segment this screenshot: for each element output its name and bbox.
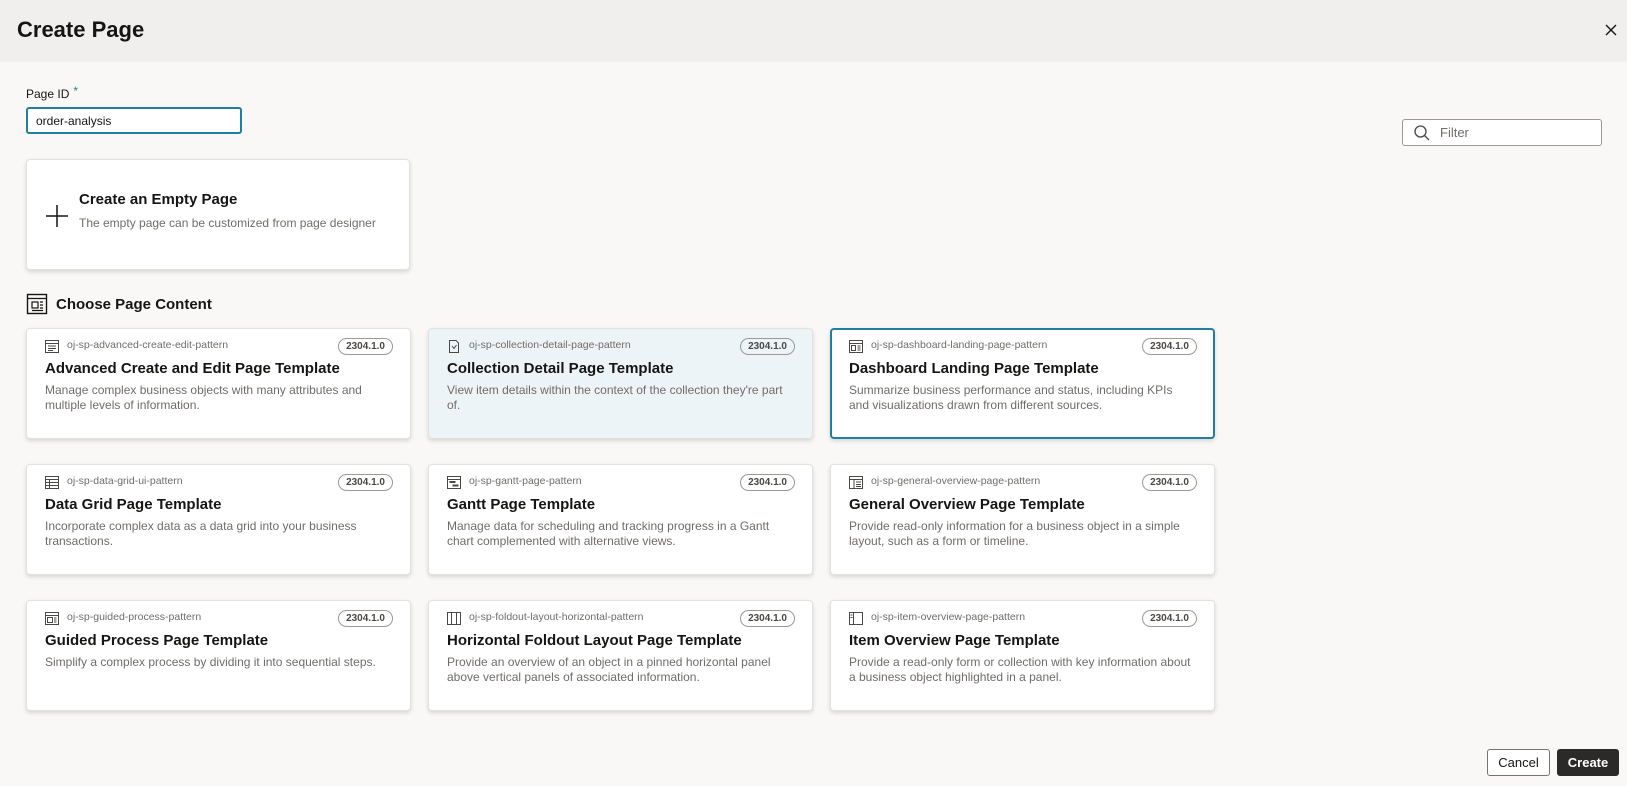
template-card[interactable]: oj-sp-item-overview-page-pattern 2304.1.0… (830, 600, 1215, 711)
version-badge: 2304.1.0 (338, 610, 393, 627)
template-id: oj-sp-gantt-page-pattern (469, 475, 582, 487)
empty-page-description: The empty page can be customized from pa… (79, 216, 376, 230)
template-card[interactable]: oj-sp-dashboard-landing-page-pattern 2304… (830, 328, 1215, 439)
gantt-icon (447, 476, 461, 489)
version-badge: 2304.1.0 (1142, 610, 1197, 627)
template-card[interactable]: oj-sp-gantt-page-pattern 2304.1.0 Gantt Pa… (428, 464, 813, 575)
filter-field[interactable] (1402, 119, 1602, 146)
page-id-label: Page ID * (26, 84, 79, 101)
template-description: Provide read-only information for a busi… (849, 519, 1180, 548)
item-overview-icon (849, 612, 863, 625)
grid-icon (45, 476, 59, 489)
form-icon (45, 340, 59, 353)
create-empty-page-card[interactable]: Create an Empty Page The empty page can … (26, 159, 410, 270)
template-id: oj-sp-guided-process-pattern (67, 611, 202, 623)
template-card[interactable]: oj-sp-foldout-layout-horizontal-pattern 2… (428, 600, 813, 711)
plus-icon (45, 204, 69, 228)
template-title: Data Grid Page Template (45, 496, 222, 513)
search-icon (1413, 124, 1431, 142)
template-card[interactable]: oj-sp-collection-detail-page-pattern 2304… (428, 328, 813, 439)
empty-page-title: Create an Empty Page (79, 191, 238, 208)
template-title: Dashboard Landing Page Template (849, 360, 1099, 377)
cancel-button[interactable]: Cancel (1487, 749, 1550, 776)
create-button[interactable]: Create (1557, 749, 1619, 776)
template-id: oj-sp-foldout-layout-horizontal-pattern (469, 611, 644, 623)
template-title: Advanced Create and Edit Page Template (45, 360, 340, 377)
template-card[interactable]: oj-sp-data-grid-ui-pattern 2304.1.0 Data G… (26, 464, 411, 575)
template-description: Incorporate complex data as a data grid … (45, 519, 357, 548)
version-badge: 2304.1.0 (1142, 474, 1197, 491)
template-description: Provide a read-only form or collection w… (849, 655, 1191, 684)
filter-input[interactable] (1440, 125, 1590, 140)
template-id: oj-sp-collection-detail-page-pattern (469, 339, 631, 351)
template-description: View item details within the context of … (447, 383, 783, 412)
template-description: Manage complex business objects with man… (45, 383, 362, 412)
dialog-title: Create Page (17, 17, 145, 42)
version-badge: 2304.1.0 (338, 474, 393, 491)
template-id: oj-sp-data-grid-ui-pattern (67, 475, 183, 487)
version-badge: 2304.1.0 (338, 338, 393, 355)
template-title: Horizontal Foldout Layout Page Template (447, 632, 742, 649)
template-title: Guided Process Page Template (45, 632, 269, 649)
close-icon[interactable] (1601, 20, 1621, 40)
version-badge: 2304.1.0 (740, 610, 795, 627)
version-badge: 2304.1.0 (740, 338, 795, 355)
version-badge: 2304.1.0 (740, 474, 795, 491)
dialog-header: Create Page (0, 0, 1627, 62)
template-title: Collection Detail Page Template (447, 360, 674, 377)
version-badge: 2304.1.0 (1142, 338, 1197, 355)
section-header: Choose Page Content (26, 293, 212, 315)
page-content-icon (26, 293, 48, 315)
page-id-input[interactable] (26, 107, 242, 134)
template-id: oj-sp-dashboard-landing-page-pattern (871, 339, 1048, 351)
template-description: Provide an overview of an object in a pi… (447, 655, 771, 684)
template-description: Summarize business performance and statu… (849, 383, 1173, 412)
template-id: oj-sp-advanced-create-edit-pattern (67, 339, 229, 351)
process-icon (45, 612, 59, 625)
dashboard-icon (849, 340, 863, 353)
template-id: oj-sp-item-overview-page-pattern (871, 611, 1026, 623)
section-title: Choose Page Content (56, 295, 212, 313)
document-icon (447, 340, 461, 353)
template-card[interactable]: oj-sp-advanced-create-edit-pattern 2304.1… (26, 328, 411, 439)
template-description: Simplify a complex process by dividing i… (45, 655, 376, 669)
template-card[interactable]: oj-sp-general-overview-page-pattern 2304.… (830, 464, 1215, 575)
template-title: Item Overview Page Template (849, 632, 1060, 649)
template-id: oj-sp-general-overview-page-pattern (871, 475, 1041, 487)
template-card[interactable]: oj-sp-guided-process-pattern 2304.1.0 Guid… (26, 600, 411, 711)
template-title: General Overview Page Template (849, 496, 1085, 513)
foldout-icon (447, 612, 461, 625)
template-description: Manage data for scheduling and tracking … (447, 519, 770, 548)
required-marker: * (73, 84, 79, 98)
overview-icon (849, 476, 863, 489)
template-title: Gantt Page Template (447, 496, 596, 513)
